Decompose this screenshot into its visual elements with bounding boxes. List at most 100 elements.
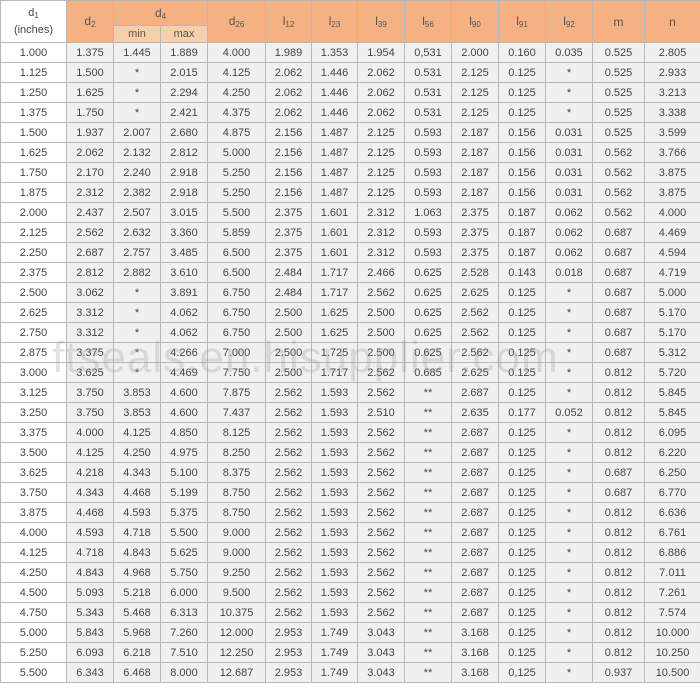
value-cell: 0.125 bbox=[498, 482, 547, 503]
value-cell: 4.250 bbox=[113, 442, 161, 463]
value-cell: 0.625 bbox=[404, 342, 453, 363]
value-cell: 2.312 bbox=[357, 202, 406, 223]
value-cell: 8.375 bbox=[207, 462, 267, 483]
value-cell: 2.562 bbox=[265, 482, 313, 503]
value-cell: 2.933 bbox=[644, 62, 700, 83]
value-cell: 1.601 bbox=[311, 242, 359, 263]
value-cell: 4.000 bbox=[644, 202, 700, 223]
value-cell: 5.343 bbox=[66, 602, 114, 623]
value-cell: 4.593 bbox=[113, 502, 161, 523]
value-cell: 2.007 bbox=[113, 122, 161, 143]
value-cell: 1.446 bbox=[311, 102, 359, 123]
value-cell: 3.599 bbox=[644, 122, 700, 143]
table-row: 1.875 2.312 2.382 2.918 5.250 2.156 1.487 2.125… bbox=[0, 182, 700, 203]
value-cell: 2.812 bbox=[66, 262, 114, 283]
value-cell: 0.062 bbox=[545, 222, 594, 243]
value-cell: 4.719 bbox=[644, 262, 700, 283]
value-cell: 1.487 bbox=[311, 162, 359, 183]
value-cell: 0.593 bbox=[404, 242, 453, 263]
value-cell: 4.593 bbox=[66, 522, 114, 543]
value-cell: 0.593 bbox=[404, 222, 453, 243]
value-cell: 3.766 bbox=[644, 142, 700, 163]
value-cell: 2.953 bbox=[265, 622, 313, 643]
value-cell: 4.266 bbox=[159, 342, 209, 363]
value-cell: 2.500 bbox=[357, 322, 406, 343]
value-cell: 1.593 bbox=[311, 402, 359, 423]
value-cell: 5.170 bbox=[644, 322, 700, 343]
value-cell: 2.562 bbox=[265, 562, 313, 583]
table-row: 2.625 3.312 * 4.062 6.750 2.500 1.625 2.500 0.62… bbox=[0, 302, 700, 323]
value-cell: 2.507 bbox=[113, 202, 161, 223]
value-cell: 4.600 bbox=[159, 382, 209, 403]
value-cell: 0.812 bbox=[592, 542, 646, 563]
value-cell: 7.875 bbox=[207, 382, 267, 403]
value-cell: 0.125 bbox=[498, 602, 547, 623]
value-cell: 3.168 bbox=[451, 622, 500, 643]
value-cell: 1.717 bbox=[311, 282, 359, 303]
value-cell: 0.531 bbox=[404, 62, 453, 83]
value-cell: 2.632 bbox=[113, 222, 161, 243]
value-cell: 6.313 bbox=[159, 602, 209, 623]
value-cell: 0.187 bbox=[498, 222, 547, 243]
value-cell: 7.574 bbox=[644, 602, 700, 623]
value-cell: 0.187 bbox=[498, 202, 547, 223]
value-cell: * bbox=[545, 382, 594, 403]
table-row: 3.500 4.125 4.250 4.975 8.250 2.562 1.593 2.562… bbox=[0, 442, 700, 463]
value-cell: 5.968 bbox=[113, 622, 161, 643]
value-cell: 1.593 bbox=[311, 522, 359, 543]
value-cell: 0.593 bbox=[404, 182, 453, 203]
value-cell: 2.156 bbox=[265, 142, 313, 163]
value-cell: * bbox=[545, 462, 594, 483]
value-cell: 3.853 bbox=[113, 382, 161, 403]
value-cell: 3.043 bbox=[357, 662, 406, 683]
value-cell: 0.156 bbox=[498, 142, 547, 163]
value-cell: 2.421 bbox=[159, 102, 209, 123]
value-cell: 0.125 bbox=[498, 442, 547, 463]
value-cell: 3.213 bbox=[644, 82, 700, 103]
value-cell: 2.687 bbox=[451, 522, 500, 543]
value-cell: 5.312 bbox=[644, 342, 700, 363]
value-cell: 1.487 bbox=[311, 182, 359, 203]
value-cell: 4.718 bbox=[113, 522, 161, 543]
value-cell: 2.687 bbox=[451, 602, 500, 623]
header-d4-min: min bbox=[113, 25, 161, 43]
value-cell: * bbox=[545, 302, 594, 323]
table-row: 5.250 6.093 6.218 7.510 12.250 2.953 1.749 3.04… bbox=[0, 642, 700, 663]
value-cell: 0.018 bbox=[545, 262, 594, 283]
value-cell: 1.717 bbox=[311, 362, 359, 383]
header-row: d1 (inches) d2 d4 d26 l12 l23 l39 l56 l9… bbox=[0, 0, 700, 43]
value-cell: 2.562 bbox=[265, 402, 313, 423]
size-cell: 5.500 bbox=[0, 662, 67, 683]
value-cell: 2.562 bbox=[265, 422, 313, 443]
value-cell: 0.125 bbox=[498, 382, 547, 403]
value-cell: 4.000 bbox=[66, 422, 114, 443]
value-cell: 1.593 bbox=[311, 482, 359, 503]
value-cell: 12.250 bbox=[207, 642, 267, 663]
value-cell: 5.375 bbox=[159, 502, 209, 523]
header-d26: d26 bbox=[207, 0, 267, 43]
header-l39: l39 bbox=[357, 0, 406, 43]
value-cell: 4.469 bbox=[644, 222, 700, 243]
value-cell: 0.525 bbox=[592, 62, 646, 83]
value-cell: 4.000 bbox=[207, 42, 267, 63]
value-cell: 4.875 bbox=[207, 122, 267, 143]
value-cell: 4.125 bbox=[207, 62, 267, 83]
value-cell: 8.000 bbox=[159, 662, 209, 683]
value-cell: 2.500 bbox=[265, 322, 313, 343]
value-cell: 2.500 bbox=[357, 342, 406, 363]
value-cell: 5.218 bbox=[113, 582, 161, 603]
value-cell: 8.750 bbox=[207, 502, 267, 523]
size-cell: 2.125 bbox=[0, 222, 67, 243]
size-cell: 1.125 bbox=[0, 62, 67, 83]
value-cell: * bbox=[113, 362, 161, 383]
table-row: 2.500 3.062 * 3.891 6.750 2.484 1.717 2.562 0.62… bbox=[0, 282, 700, 303]
value-cell: 4.343 bbox=[113, 462, 161, 483]
value-cell: * bbox=[545, 502, 594, 523]
value-cell: 3.485 bbox=[159, 242, 209, 263]
value-cell: 2.687 bbox=[451, 502, 500, 523]
size-cell: 4.250 bbox=[0, 562, 67, 583]
value-cell: * bbox=[545, 82, 594, 103]
value-cell: 2.062 bbox=[357, 62, 406, 83]
size-cell: 2.375 bbox=[0, 262, 67, 283]
value-cell: 4.062 bbox=[159, 322, 209, 343]
